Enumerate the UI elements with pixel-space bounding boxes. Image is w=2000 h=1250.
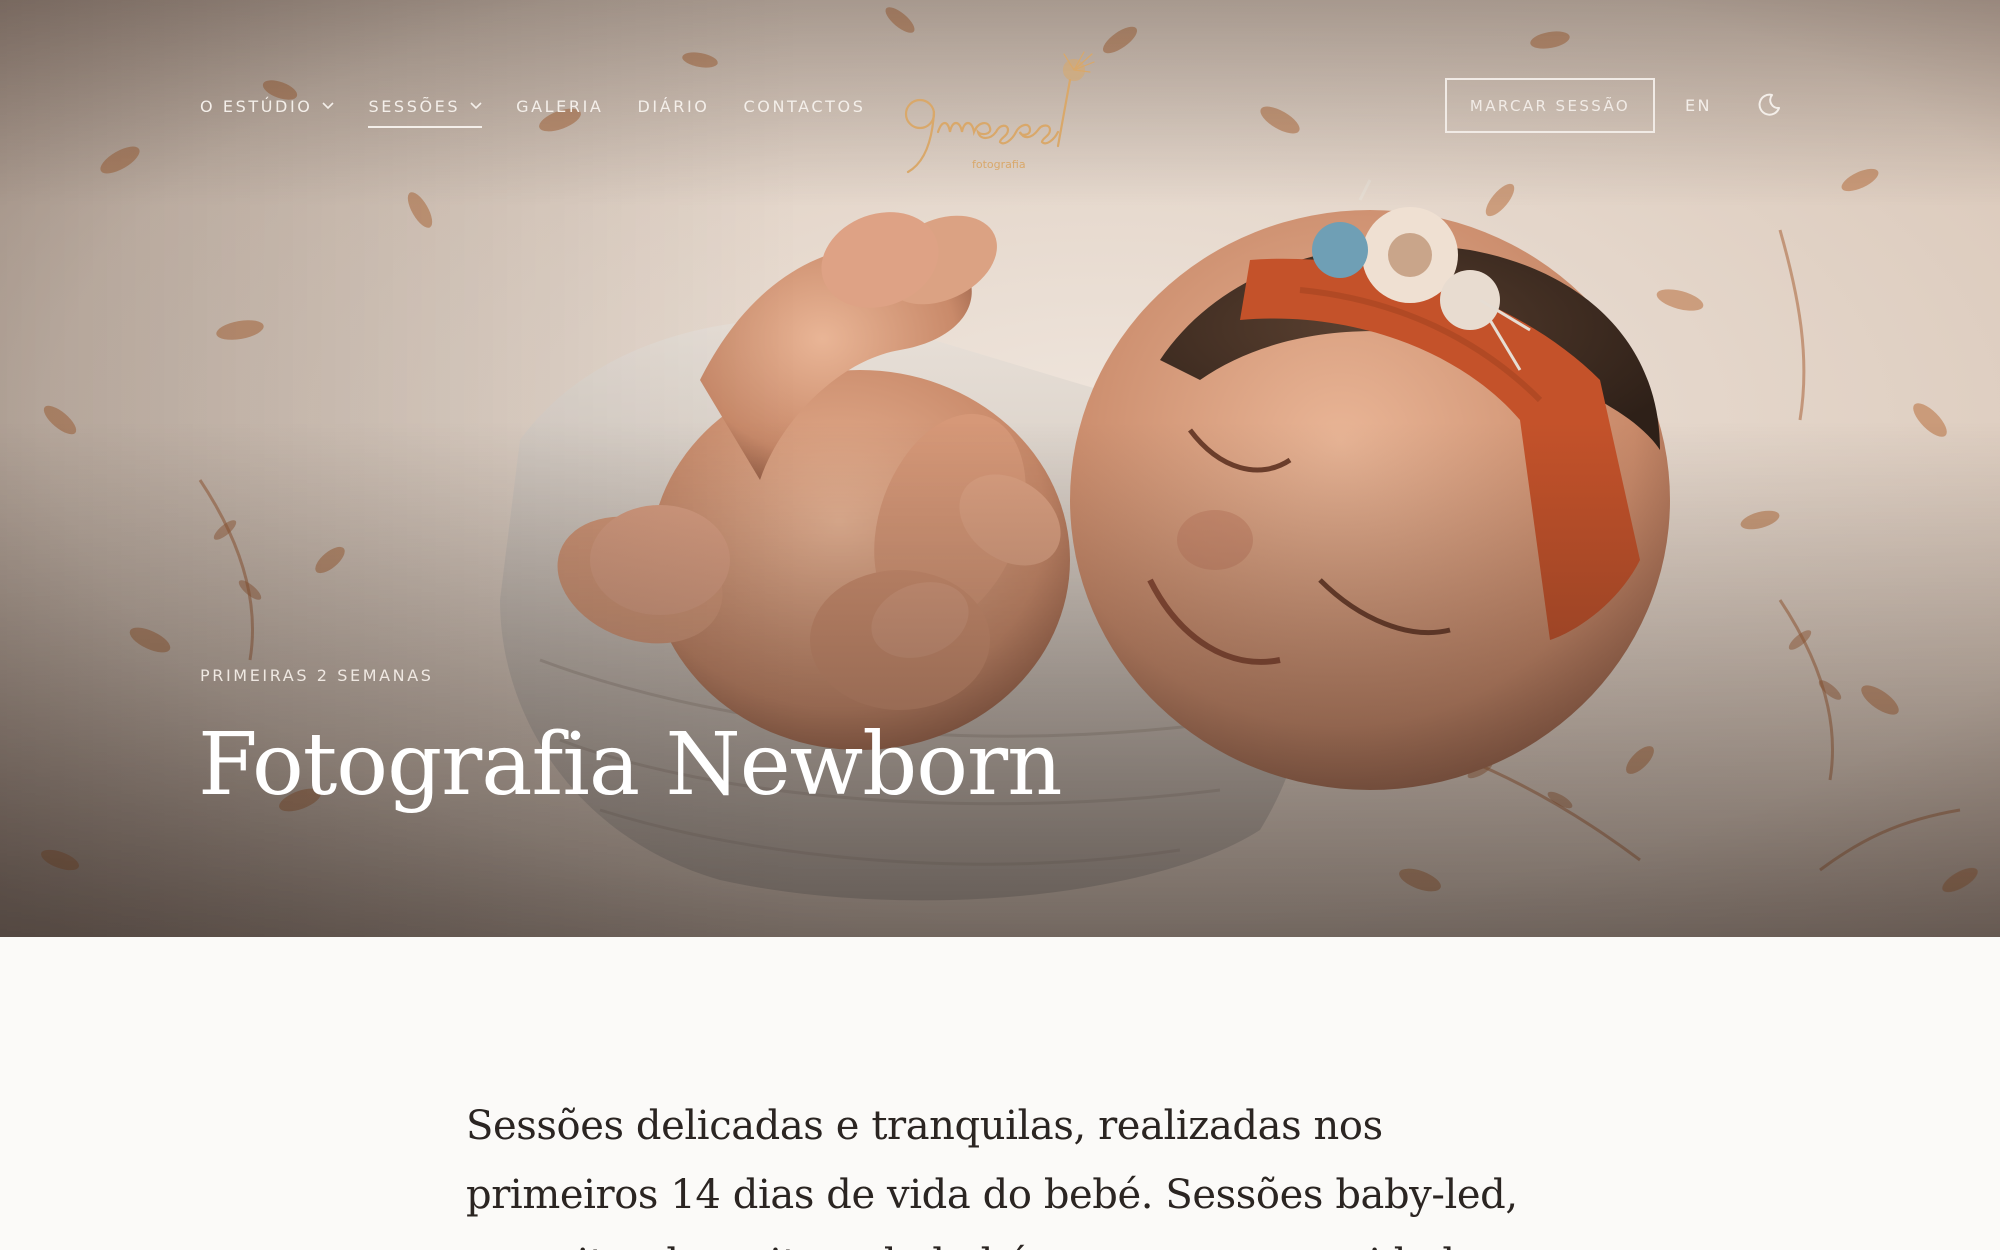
nav-item-label: DIÁRIO: [637, 96, 710, 116]
nav-item-sessoes[interactable]: SESSÕES: [368, 80, 482, 132]
chevron-down-icon: [322, 102, 335, 110]
nav-item-label: CONTACTOS: [743, 96, 866, 116]
language-switch[interactable]: EN: [1685, 78, 1712, 133]
book-session-button[interactable]: MARCAR SESSÃO: [1445, 78, 1655, 133]
main-nav: O ESTÚDIO SESSÕES GALERIA DIÁRIO CONTACT…: [200, 80, 866, 132]
hero-eyebrow: PRIMEIRAS 2 SEMANAS: [200, 666, 434, 685]
brand-logo[interactable]: fotografia: [880, 36, 1120, 176]
page-title: Fotografia Newborn: [198, 715, 1063, 815]
nav-item-label: O ESTÚDIO: [200, 96, 313, 116]
nav-item-label: GALERIA: [516, 96, 604, 116]
logo-tagline: fotografia: [972, 158, 1026, 171]
nav-item-label: SESSÕES: [368, 96, 461, 116]
nav-item-o-estudio[interactable]: O ESTÚDIO: [200, 80, 335, 132]
intro-paragraph: Sessões delicadas e tranquilas, realizad…: [466, 1103, 1518, 1250]
hero-section: O ESTÚDIO SESSÕES GALERIA DIÁRIO CONTACT…: [0, 0, 2000, 937]
nav-item-contactos[interactable]: CONTACTOS: [743, 80, 865, 132]
nav-item-diario[interactable]: DIÁRIO: [637, 80, 709, 132]
nav-item-galeria[interactable]: GALERIA: [516, 80, 603, 132]
chevron-down-icon: [470, 102, 482, 110]
moon-icon[interactable]: [1755, 91, 1783, 119]
